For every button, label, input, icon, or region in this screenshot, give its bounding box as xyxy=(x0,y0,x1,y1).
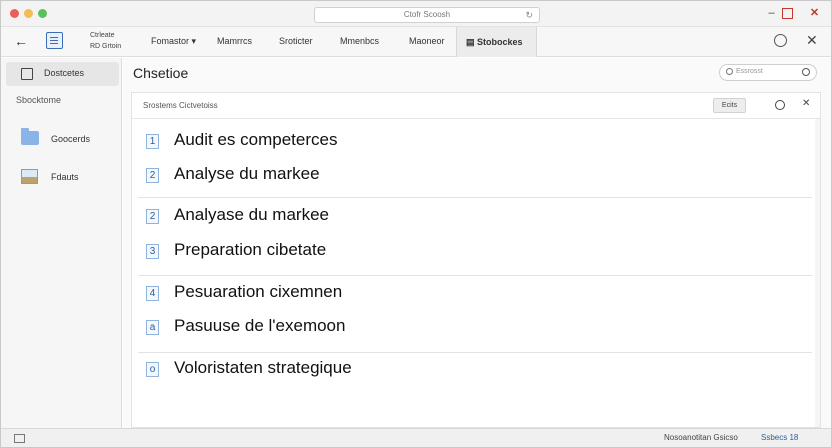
reload-icon[interactable]: ↻ xyxy=(525,8,533,22)
document-icon[interactable] xyxy=(46,32,63,49)
item-text: Pasuuse de l'exemoon xyxy=(174,316,346,335)
edit-button[interactable]: Ecits xyxy=(713,98,746,113)
item-text: Pesuaration cixemnen xyxy=(174,282,343,301)
tab-active-label: Stobockes xyxy=(477,37,523,47)
scrollbar[interactable] xyxy=(815,119,820,427)
content-panel: Srostems Cictvetoiss Ecits ✕ 1 Audit es … xyxy=(131,92,821,428)
maximize-window-dot-icon[interactable] xyxy=(38,9,47,18)
search-icon xyxy=(726,68,733,75)
breadcrumb-line-1: Ctrleate xyxy=(90,32,115,39)
chevron-down-icon: ▾ xyxy=(191,36,197,46)
item-text: Analyse du markee xyxy=(174,164,320,183)
divider xyxy=(138,275,812,276)
page-title: Chsetioe xyxy=(133,65,189,81)
search-input[interactable]: Essrosst xyxy=(719,64,817,81)
search-placeholder: Essrosst xyxy=(736,68,763,75)
sidebar-active-label: Dostcetes xyxy=(44,68,85,78)
close-icon[interactable]: ✕ xyxy=(806,5,823,22)
panel-close-icon[interactable]: ✕ xyxy=(802,98,810,109)
sidebar-heading: Sbocktome xyxy=(16,95,62,105)
status-text: Nosoanotitan Gsicso xyxy=(664,433,738,442)
menu-item-1-label: Fomastor xyxy=(151,36,190,46)
item-number: 1 xyxy=(146,134,159,149)
menu-item-5[interactable]: Maoneor xyxy=(409,36,445,46)
app-window: Ctofr Scoosh ↻ – ✕ ← Ctrleate RD Grtoin … xyxy=(0,0,832,448)
item-text: Audit es competerces xyxy=(174,130,338,149)
status-bar: Nosoanotitan Gsicso Ssbecs 18 xyxy=(1,428,831,447)
sidebar-item-2[interactable]: Fdauts xyxy=(51,172,79,182)
sidebar-item-active[interactable]: Dostcetes xyxy=(6,62,119,86)
address-bar[interactable]: Ctofr Scoosh ↻ xyxy=(314,7,540,23)
item-number: 2 xyxy=(146,168,159,183)
close-window-dot-icon[interactable] xyxy=(10,9,19,18)
sidebar: Dostcetes Sbocktome Goocerds Fdauts xyxy=(1,58,122,428)
item-text: Preparation cibetate xyxy=(174,240,327,259)
divider xyxy=(138,197,812,198)
toolbar: ← Ctrleate RD Grtoin Fomastor ▾ Mamrrcs … xyxy=(1,27,831,57)
panel-settings-icon[interactable] xyxy=(775,100,785,110)
toolbar-close-icon[interactable]: ✕ xyxy=(806,32,818,49)
menu-item-2[interactable]: Mamrrcs xyxy=(217,36,252,46)
search-submit-icon[interactable] xyxy=(802,68,810,76)
main-content: Chsetioe Essrosst Srostems Cictvetoiss E… xyxy=(123,58,831,428)
address-text: Ctofr Scoosh xyxy=(403,10,451,19)
folder-icon xyxy=(21,128,39,145)
panel-title: Srostems Cictvetoiss xyxy=(143,101,218,110)
maximize-icon[interactable] xyxy=(782,8,793,19)
zoom-level[interactable]: Ssbecs 18 xyxy=(761,433,798,442)
item-number: 3 xyxy=(146,244,159,259)
menu-item-4[interactable]: Mmenbcs xyxy=(340,36,379,46)
back-arrow-icon[interactable]: ← xyxy=(14,33,28,49)
breadcrumb[interactable]: Ctrleate RD Grtoin xyxy=(90,30,121,52)
item-number: a xyxy=(146,320,159,335)
tab-active-icon: ▤ xyxy=(466,37,475,47)
divider xyxy=(138,352,812,353)
item-text: Voloristaten strategique xyxy=(174,358,352,377)
tab-active[interactable]: ▤ Stobockes xyxy=(456,27,537,57)
image-icon xyxy=(21,169,38,184)
settings-gear-icon[interactable] xyxy=(774,34,787,47)
item-number: o xyxy=(146,362,159,377)
panel-header: Srostems Cictvetoiss Ecits ✕ xyxy=(132,93,820,119)
item-text: Analyase du markee xyxy=(174,205,329,224)
sidebar-item-1[interactable]: Goocerds xyxy=(51,134,90,144)
panel-toggle-icon[interactable] xyxy=(14,434,25,443)
menu-item-3[interactable]: Sroticter xyxy=(279,36,313,46)
item-number: 2 xyxy=(146,209,159,224)
item-number: 4 xyxy=(146,286,159,301)
document-list-icon xyxy=(21,68,33,80)
breadcrumb-line-2: RD Grtoin xyxy=(90,43,122,50)
menu-item-1[interactable]: Fomastor ▾ xyxy=(151,36,196,47)
minimize-window-dot-icon[interactable] xyxy=(24,9,33,18)
minimize-icon[interactable]: – xyxy=(763,5,780,22)
title-bar: Ctofr Scoosh ↻ – ✕ xyxy=(1,1,831,27)
